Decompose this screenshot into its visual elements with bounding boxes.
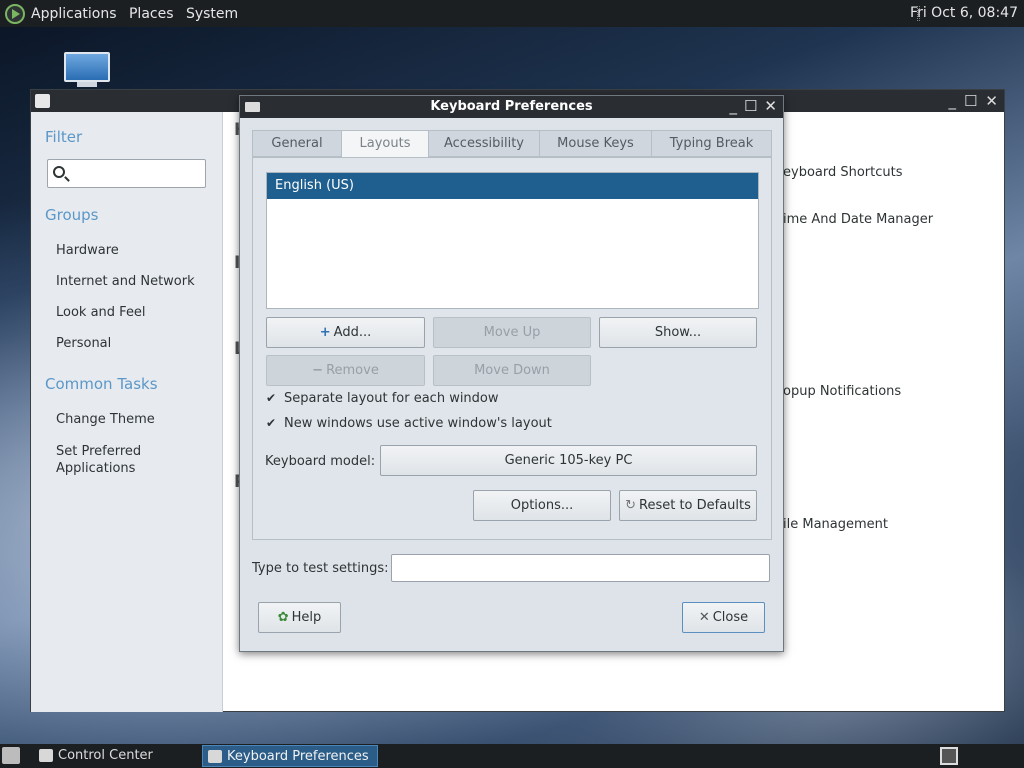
distro-logo-icon[interactable] [5, 3, 25, 24]
keyboard-icon [208, 750, 222, 763]
checkmark-icon: ✔ [266, 416, 277, 430]
tab-bar: General Layouts Accessibility Mouse Keys… [252, 130, 772, 158]
tab-general[interactable]: General [252, 130, 342, 157]
close-icon[interactable]: ✕ [764, 97, 777, 115]
add-button-label: Add... [333, 325, 372, 340]
search-icon [53, 166, 65, 178]
layout-row-selected[interactable]: English (US) [267, 173, 758, 199]
close-icon[interactable]: ✕ [985, 92, 998, 110]
item-popup-notifications[interactable]: opup Notifications [783, 384, 901, 399]
keyboard-preferences-dialog: Keyboard Preferences _ ☐ ✕ General Layou… [239, 95, 784, 652]
item-keyboard-shortcuts[interactable]: eyboard Shortcuts [783, 165, 903, 180]
plus-icon: + [319, 325, 331, 340]
tab-mouse-keys[interactable]: Mouse Keys [539, 130, 652, 157]
keyboard-model-button[interactable]: Generic 105-key PC [380, 445, 757, 476]
help-button-label: Help [291, 610, 322, 625]
item-file-management[interactable]: ile Management [783, 517, 888, 532]
reset-to-defaults-button[interactable]: ↻ Reset to Defaults [619, 490, 757, 521]
minimize-icon[interactable]: _ [948, 92, 956, 110]
close-button[interactable]: ✕ Close [682, 602, 765, 633]
groups-heading: Groups [45, 206, 99, 224]
maximize-icon[interactable]: ☐ [964, 92, 977, 110]
test-settings-label: Type to test settings: [252, 561, 389, 576]
top-panel: Applications Places System Fri Oct 6, 08… [0, 0, 1024, 27]
layouts-panel: English (US) + Add... Move Up Show... − Re… [252, 157, 772, 540]
control-center-app-icon [39, 749, 53, 762]
group-hardware[interactable]: Hardware [56, 243, 119, 258]
add-button[interactable]: + Add... [266, 317, 425, 348]
keyboard-model-label: Keyboard model: [265, 454, 376, 469]
layout-list[interactable]: English (US) [266, 172, 759, 309]
workspace-switcher-icon[interactable] [940, 747, 958, 765]
tab-layouts[interactable]: Layouts [341, 130, 429, 158]
new-windows-layout-checkbox[interactable]: ✔ New windows use active window's layout [266, 416, 552, 431]
remove-button[interactable]: − Remove [266, 355, 425, 386]
taskbar-keyboard-preferences-label: Keyboard Preferences [227, 749, 369, 764]
minimize-icon[interactable]: _ [729, 97, 737, 115]
new-windows-layout-label: New windows use active window's layout [284, 416, 552, 431]
taskbar-control-center[interactable]: Control Center [34, 745, 161, 767]
item-time-and-date-manager[interactable]: ime And Date Manager [783, 212, 933, 227]
reset-icon: ↻ [625, 498, 636, 513]
taskbar-keyboard-preferences[interactable]: Keyboard Preferences [202, 745, 378, 767]
minus-icon: − [312, 363, 324, 378]
menu-places[interactable]: Places [129, 6, 174, 22]
move-down-button[interactable]: Move Down [433, 355, 591, 386]
task-change-theme[interactable]: Change Theme [56, 412, 155, 427]
separate-layout-checkbox[interactable]: ✔ Separate layout for each window [266, 391, 499, 406]
checkmark-icon: ✔ [266, 391, 277, 405]
task-set-preferred-applications[interactable]: Set Preferred Applications [56, 443, 166, 477]
dialog-window-controls: _ ☐ ✕ [729, 97, 777, 115]
dialog-title: Keyboard Preferences [430, 99, 593, 114]
top-menu: Applications Places System [31, 6, 246, 22]
group-look-and-feel[interactable]: Look and Feel [56, 305, 146, 320]
filter-search-input[interactable] [47, 159, 206, 188]
window-controls: _ ☐ ✕ [948, 92, 998, 110]
move-up-button[interactable]: Move Up [433, 317, 591, 348]
options-button[interactable]: Options... [473, 490, 611, 521]
maximize-icon[interactable]: ☐ [744, 97, 757, 115]
tab-typing-break[interactable]: Typing Break [651, 130, 772, 157]
control-center-sidebar: Filter Groups Hardware Internet and Netw… [31, 112, 223, 712]
close-x-icon: ✕ [698, 610, 710, 625]
separate-layout-label: Separate layout for each window [284, 391, 499, 406]
close-button-label: Close [712, 610, 749, 625]
menu-applications[interactable]: Applications [31, 6, 117, 22]
show-desktop-icon[interactable] [2, 747, 20, 764]
taskbar-control-center-label: Control Center [58, 748, 153, 763]
help-icon: ✿ [277, 610, 289, 625]
remove-button-label: Remove [326, 363, 379, 378]
control-center-app-icon [35, 94, 50, 108]
reset-button-label: Reset to Defaults [639, 498, 751, 513]
monitor-icon [64, 52, 110, 82]
test-settings-input[interactable] [391, 554, 770, 582]
group-internet-and-network[interactable]: Internet and Network [56, 274, 195, 289]
menu-system[interactable]: System [186, 6, 238, 22]
bottom-panel: Control Center Keyboard Preferences [0, 744, 1024, 768]
monitor-stand [77, 82, 97, 87]
common-tasks-heading: Common Tasks [45, 375, 158, 393]
computer-desktop-icon[interactable] [64, 52, 110, 88]
show-button[interactable]: Show... [599, 317, 757, 348]
help-button[interactable]: ✿ Help [258, 602, 341, 633]
tab-accessibility[interactable]: Accessibility [428, 130, 540, 157]
clock[interactable]: Fri Oct 6, 08:47 [910, 5, 1018, 21]
group-personal[interactable]: Personal [56, 336, 111, 351]
filter-heading: Filter [45, 128, 83, 146]
dialog-titlebar[interactable]: Keyboard Preferences _ ☐ ✕ [240, 96, 783, 118]
